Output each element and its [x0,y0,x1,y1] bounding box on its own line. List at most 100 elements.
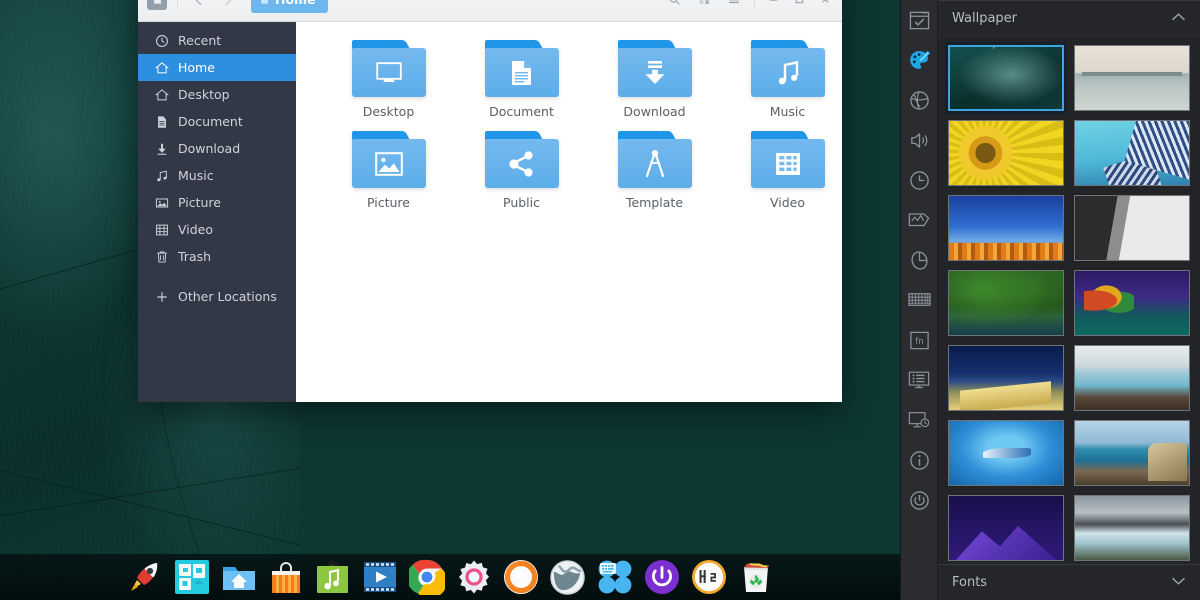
rail-network-icon[interactable] [906,84,932,116]
dock-item-trash[interactable] [737,558,775,596]
rail-shortcut-icon[interactable]: fn [906,324,932,356]
sidebar-item-trash[interactable]: Trash [138,243,296,270]
folder-item[interactable]: Download [588,40,721,119]
sidebar-item-home[interactable]: Home [138,54,296,81]
dock-item-music-player[interactable] [314,558,352,596]
dock-item-input-method[interactable] [596,558,634,596]
wallpaper-thumbnail[interactable] [948,195,1064,261]
folder-item[interactable]: Video [721,131,842,210]
file-manager-content[interactable]: Desktop Document Download Music Picture … [296,22,842,402]
sidebar-item-other-locations[interactable]: Other Locations [138,283,296,310]
search-button[interactable] [661,0,687,12]
dock-item-chrome[interactable] [408,558,446,596]
file-manager-window[interactable]: Home Recent [138,0,842,402]
wallpaper-thumbnail[interactable] [948,120,1064,186]
rail-screensaver-icon[interactable] [906,404,932,436]
palette-brush-icon [909,50,930,69]
dock-item-web-browser[interactable] [549,558,587,596]
rail-about-icon[interactable] [906,444,932,476]
dock-item-app-store[interactable] [267,558,305,596]
trash-icon [154,249,169,264]
sidebar-item-label: Trash [178,249,212,264]
wallpaper-thumbnail[interactable] [1074,45,1190,111]
dock-item-file-manager[interactable] [220,558,258,596]
wallpaper-thumbnail[interactable] [948,345,1064,411]
touchpad-icon [908,213,930,227]
dock-item-launcher[interactable] [126,558,164,596]
menu-button[interactable] [721,0,747,12]
sidebar-item-desktop[interactable]: Desktop [138,81,296,108]
chevron-down-icon[interactable] [1171,575,1186,590]
wallpaper-thumbnail[interactable] [948,420,1064,486]
breadcrumb-home-icon [261,0,268,4]
toolbar-divider [754,0,755,9]
dock-item-ubuntu-kylin[interactable] [502,558,540,596]
forward-button[interactable] [215,0,241,12]
maximize-button[interactable] [788,0,810,11]
dock-item-clock[interactable] [690,558,728,596]
rail-general-icon[interactable] [906,4,932,36]
wallpaper-thumbnail[interactable] [1074,495,1190,561]
folder-item[interactable]: Desktop [322,40,455,119]
folder-music-icon [750,40,825,97]
sidebar-item-label: Home [178,60,215,75]
view-toggle-button[interactable] [691,0,717,12]
wallpaper-section-header[interactable]: Wallpaper [938,0,1200,36]
wallpaper-thumbnail[interactable] [1074,345,1190,411]
wallpaper-thumbnail[interactable] [1074,120,1190,186]
sidebar-item-picture[interactable]: Picture [138,189,296,216]
picture-icon [154,195,169,210]
folder-item[interactable]: Template [588,131,721,210]
folder-item[interactable]: Picture [322,131,455,210]
folder-item[interactable]: Public [455,131,588,210]
rail-mouse-icon[interactable] [906,244,932,276]
wallpaper-thumbnail[interactable] [948,270,1064,336]
folder-label: Video [769,195,806,210]
dock-item-settings[interactable] [455,558,493,596]
rocket-icon [130,563,157,591]
rail-keyboard-icon[interactable] [906,284,932,316]
wallpaper-thumbnail[interactable] [1074,270,1190,336]
sidebar-item-video[interactable]: Video [138,216,296,243]
folder-template-icon [617,131,692,188]
rail-touchpad-icon[interactable] [906,204,932,236]
sidebar-item-music[interactable]: Music [138,162,296,189]
folder-document-icon [484,40,559,97]
dock-item-video-player[interactable] [361,558,399,596]
home-button[interactable] [144,0,170,12]
folder-item[interactable]: Music [721,40,842,119]
search-icon [669,0,680,5]
chevron-up-icon[interactable] [1171,11,1186,26]
clock-icon [909,170,929,190]
wallpaper-thumbnail[interactable] [1074,195,1190,261]
rail-datetime-icon[interactable] [906,164,932,196]
folder-download-icon [617,40,692,97]
rail-power-icon[interactable] [906,484,932,516]
folder-label: Template [625,195,684,210]
rail-appearance-icon[interactable] [906,44,932,76]
sidebar-item-label: Download [178,141,241,156]
sidebar-item-download[interactable]: Download [138,135,296,162]
breadcrumb[interactable]: Home [251,0,328,13]
keyboard-icon [907,293,931,306]
wallpaper-thumbnail[interactable] [948,495,1064,561]
minimize-button[interactable] [762,0,784,11]
back-button[interactable] [185,0,211,12]
sidebar-item-document[interactable]: Document [138,108,296,135]
sidebar-item-label: Picture [178,195,221,210]
home-icon [147,0,167,10]
close-button[interactable] [814,0,836,11]
dock-item-power[interactable] [643,558,681,596]
folder-item[interactable]: Document [455,40,588,119]
sidebar-item-recent[interactable]: Recent [138,27,296,54]
wallpaper-thumbnail-selected[interactable] [945,42,1067,114]
rail-display-icon[interactable] [906,364,932,396]
rail-sound-icon[interactable] [906,124,932,156]
fn-key-icon: fn [909,331,929,349]
sidebar-item-label: Music [178,168,214,183]
fonts-section-header[interactable]: Fonts [938,564,1200,600]
music-icon [154,168,169,183]
wallpaper-thumbnail[interactable] [1074,420,1190,486]
dock-item-window-manager[interactable] [173,558,211,596]
